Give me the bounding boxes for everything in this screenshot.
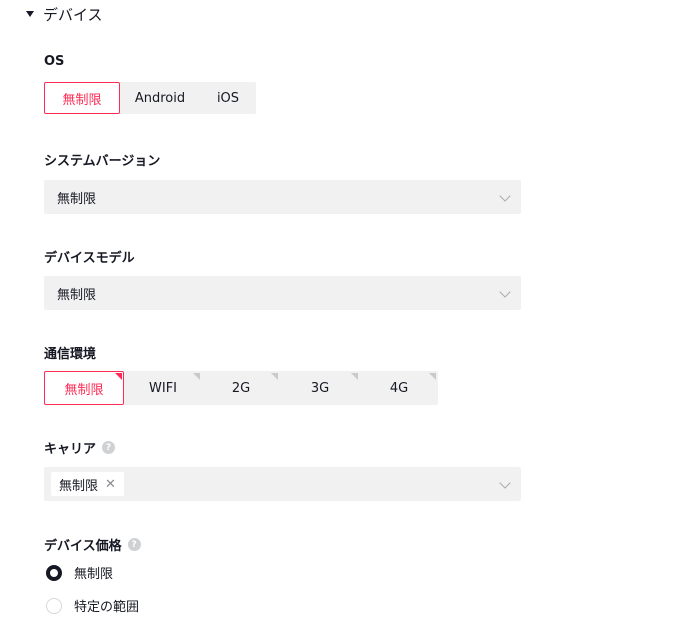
system-version-label-text: システムバージョン [44,154,161,169]
network-option-unlimited-label: 無制限 [64,382,104,398]
os-option-unlimited-label: 無制限 [62,92,102,108]
corner-triangle-icon [429,373,436,380]
network-option-2g-label: 2G [231,380,251,396]
carrier-tag-label: 無制限 [59,478,99,494]
device-price-option-range[interactable]: 特定の範囲 [46,596,139,615]
network-option-unlimited[interactable]: 無制限 [44,371,124,405]
radio-checked-icon[interactable] [46,564,62,581]
carrier-tag: 無制限 ✕ [51,472,124,496]
corner-triangle-icon [193,373,200,380]
os-option-ios-label: iOS [216,90,240,106]
network-option-wifi[interactable]: WIFI [124,371,202,405]
close-icon[interactable]: ✕ [105,477,116,492]
help-icon[interactable]: ? [102,441,116,454]
section-header-device[interactable]: デバイス [26,4,103,24]
device-price-option-unlimited[interactable]: 無制限 [46,563,113,582]
os-option-android-label: Android [134,90,186,106]
corner-triangle-icon [271,373,278,380]
section-title: デバイス [43,5,103,24]
chevron-down-icon [499,477,511,489]
network-option-4g-label: 4G [389,380,409,396]
device-price-option-range-label: 特定の範囲 [74,600,140,615]
system-version-select[interactable]: 無制限 [44,180,521,214]
network-option-wifi-label: WIFI [149,380,177,396]
carrier-label: キャリア ? [44,438,116,457]
system-version-label: システムバージョン [44,150,160,169]
network-label: 通信環境 [44,343,96,362]
device-model-value: 無制限 [57,287,97,303]
network-option-4g[interactable]: 4G [360,371,438,405]
os-option-android[interactable]: Android [120,82,200,114]
os-option-unlimited[interactable]: 無制限 [44,82,120,114]
system-version-value: 無制限 [57,191,97,207]
network-segmented-control: 無制限 WIFI 2G 3G 4G [44,371,438,405]
device-model-select[interactable]: 無制限 [44,276,521,310]
device-model-label: デバイスモデル [44,247,135,266]
corner-triangle-icon [351,373,358,380]
carrier-label-text: キャリア [44,442,97,457]
chevron-down-icon [499,190,511,202]
device-model-label-text: デバイスモデル [44,251,135,266]
network-option-3g-label: 3G [310,380,330,396]
os-option-ios[interactable]: iOS [200,82,256,114]
carrier-multiselect[interactable]: 無制限 ✕ [44,467,521,501]
device-price-label-text: デバイス価格 [44,539,122,554]
os-label: OS [44,54,64,69]
network-option-2g[interactable]: 2G [202,371,280,405]
caret-down-icon [26,11,34,17]
device-price-label: デバイス価格 ? [44,535,141,554]
corner-triangle-icon [115,373,122,380]
device-price-option-unlimited-label: 無制限 [74,567,114,582]
os-label-text: OS [44,54,65,69]
network-option-3g[interactable]: 3G [280,371,360,405]
network-label-text: 通信環境 [44,347,97,362]
radio-unchecked-icon[interactable] [46,597,62,614]
help-icon[interactable]: ? [127,538,141,551]
chevron-down-icon [499,286,511,298]
os-segmented-control: 無制限 Android iOS [44,82,256,114]
